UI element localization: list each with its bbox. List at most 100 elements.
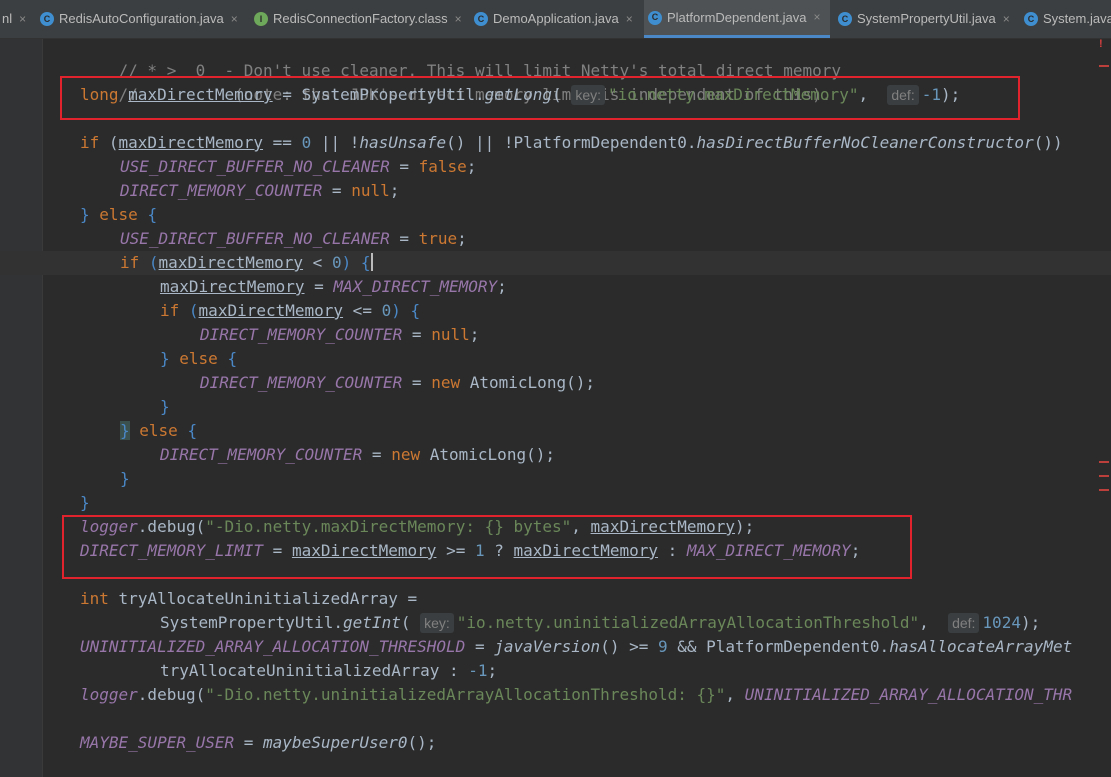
method-call[interactable]: .debug(: [138, 685, 205, 704]
variable[interactable]: maxDirectMemory: [159, 253, 304, 272]
variable[interactable]: maxDirectMemory: [292, 541, 437, 560]
code-line: // (note: that JDK's direct memory limit…: [80, 59, 832, 104]
keyword: new: [391, 445, 421, 464]
code-line: logger.debug("-Dio.netty.uninitializedAr…: [80, 685, 1073, 704]
code-line: DIRECT_MEMORY_COUNTER = new AtomicLong()…: [200, 373, 595, 392]
method-call[interactable]: maybeSuperUser0: [263, 733, 408, 752]
static-field[interactable]: UNINITIALIZED_ARRAY_ALLOCATION_THRESHOLD: [80, 637, 465, 656]
param-hint: def:: [948, 613, 980, 633]
keyword: true: [418, 229, 458, 248]
keyword: if: [120, 253, 140, 272]
code-line: USE_DIRECT_BUFFER_NO_CLEANER = false;: [120, 157, 477, 176]
class-ref[interactable]: PlatformDependent0.: [514, 133, 697, 152]
code-line: // * > 0 - Don't use cleaner. This will …: [80, 35, 841, 80]
static-field[interactable]: DIRECT_MEMORY_COUNTER: [120, 181, 322, 200]
static-field[interactable]: DIRECT_MEMORY_COUNTER: [200, 325, 402, 344]
code-line: logger.debug("-Dio.netty.maxDirectMemory…: [80, 517, 755, 536]
method-call[interactable]: hasDirectBufferNoCleanerConstructor: [697, 133, 1034, 152]
error-mark[interactable]: [1099, 461, 1109, 463]
code-line: if (maxDirectMemory <= 0) {: [160, 301, 421, 320]
code-line: DIRECT_MEMORY_COUNTER = null;: [120, 181, 400, 200]
class-ref[interactable]: AtomicLong: [430, 445, 526, 464]
method-call[interactable]: javaVersion: [494, 637, 600, 656]
param-hint: def:: [887, 85, 919, 105]
method-call[interactable]: .debug(: [138, 517, 205, 536]
class-ref[interactable]: SystemPropertyUtil.: [160, 613, 343, 632]
tab-label: PlatformDependent.java: [667, 10, 807, 25]
tab-redis-connection-factory[interactable]: I RedisConnectionFactory.class ×: [250, 0, 466, 38]
editor-tab-bar: nl × C RedisAutoConfiguration.java × I R…: [0, 0, 1111, 39]
class-ref[interactable]: AtomicLong: [470, 373, 566, 392]
variable[interactable]: maxDirectMemory: [119, 133, 264, 152]
keyword: new: [431, 373, 461, 392]
keyword: else: [99, 205, 138, 224]
code-line: if (maxDirectMemory < 0) {: [120, 253, 373, 272]
class-ref[interactable]: PlatformDependent0.: [706, 637, 889, 656]
static-field[interactable]: USE_DIRECT_BUFFER_NO_CLEANER: [120, 229, 390, 248]
variable[interactable]: maxDirectMemory: [160, 277, 305, 296]
code-line: DIRECT_MEMORY_COUNTER = new AtomicLong()…: [160, 445, 555, 464]
number-literal: -1: [921, 85, 941, 104]
variable[interactable]: maxDirectMemory: [199, 301, 344, 320]
variable[interactable]: tryAllocateUninitializedArray: [119, 589, 398, 608]
error-mark[interactable]: [1099, 489, 1109, 491]
number-literal: 0: [331, 253, 342, 272]
error-mark[interactable]: [1099, 65, 1109, 67]
static-field[interactable]: UNINITIALIZED_ARRAY_ALLOCATION_THR: [745, 685, 1073, 704]
code-line: }: [120, 469, 130, 488]
code-line: }: [80, 493, 90, 512]
method-call[interactable]: hasAllocateArrayMet: [889, 637, 1072, 656]
variable[interactable]: maxDirectMemory: [591, 517, 736, 536]
tab-close-icon[interactable]: ×: [455, 0, 462, 38]
number-literal: 0: [301, 133, 312, 152]
tab-close-icon[interactable]: ×: [231, 0, 238, 38]
error-stripe[interactable]: [1097, 35, 1111, 777]
tab-xml-truncated[interactable]: nl ×: [0, 0, 36, 38]
tab-close-icon[interactable]: ×: [813, 0, 820, 35]
class-ref[interactable]: SystemPropertyUtil.: [302, 85, 485, 104]
tab-redis-auto-configuration[interactable]: C RedisAutoConfiguration.java ×: [36, 0, 246, 38]
method-call[interactable]: hasUnsafe: [359, 133, 446, 152]
tab-close-icon[interactable]: ×: [626, 0, 633, 38]
keyword: int: [80, 589, 109, 608]
keyword: if: [160, 301, 180, 320]
static-field[interactable]: MAX_DIRECT_MEMORY: [687, 541, 851, 560]
static-field[interactable]: logger: [80, 517, 138, 536]
code-line: SystemPropertyUtil.getInt( key: "io.netty…: [160, 613, 1041, 633]
static-field[interactable]: logger: [80, 685, 138, 704]
tab-system-property-util[interactable]: C SystemPropertyUtil.java ×: [834, 0, 1018, 38]
variable[interactable]: tryAllocateUninitializedArray: [160, 661, 439, 680]
error-mark[interactable]: [1099, 475, 1109, 477]
static-field[interactable]: DIRECT_MEMORY_LIMIT: [80, 541, 263, 560]
keyword: else: [179, 349, 218, 368]
static-field[interactable]: MAYBE_SUPER_USER: [80, 733, 234, 752]
code-line: } else {: [160, 349, 238, 368]
static-field[interactable]: MAX_DIRECT_MEMORY: [333, 277, 497, 296]
class-icon: C: [40, 12, 54, 26]
tab-close-icon[interactable]: ×: [19, 0, 26, 38]
code-line: UNINITIALIZED_ARRAY_ALLOCATION_THRESHOLD…: [80, 637, 1073, 656]
variable[interactable]: maxDirectMemory: [514, 541, 659, 560]
tab-close-icon[interactable]: ×: [1003, 0, 1010, 38]
keyword: null: [351, 181, 390, 200]
code-line: tryAllocateUninitializedArray : -1;: [160, 661, 498, 680]
method-call[interactable]: getLong: [485, 85, 552, 104]
method-call[interactable]: getInt: [343, 613, 401, 632]
static-field[interactable]: DIRECT_MEMORY_COUNTER: [200, 373, 402, 392]
tab-system[interactable]: C System.java: [1020, 0, 1111, 38]
string-literal: "io.netty.maxDirectMemory": [608, 85, 859, 104]
keyword: long: [80, 85, 119, 104]
keyword: false: [418, 157, 467, 176]
param-hint: key:: [420, 613, 454, 633]
static-field[interactable]: USE_DIRECT_BUFFER_NO_CLEANER: [120, 157, 390, 176]
line-number-gutter[interactable]: [0, 39, 43, 777]
tab-demo-application[interactable]: C DemoApplication.java ×: [470, 0, 642, 38]
tab-label: RedisAutoConfiguration.java: [59, 11, 224, 26]
interface-icon: I: [254, 12, 268, 26]
keyword: else: [139, 421, 178, 440]
variable[interactable]: maxDirectMemory: [128, 85, 273, 104]
code-line: DIRECT_MEMORY_COUNTER = null;: [200, 325, 480, 344]
text-caret: [370, 253, 373, 271]
static-field[interactable]: DIRECT_MEMORY_COUNTER: [160, 445, 362, 464]
tab-platform-dependent[interactable]: C PlatformDependent.java ×: [644, 0, 830, 38]
